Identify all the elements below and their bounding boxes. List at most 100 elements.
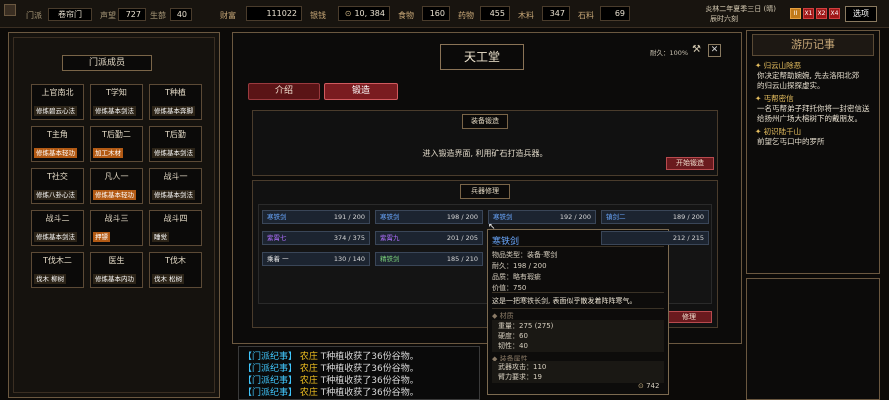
member-name: T后勤二 (102, 130, 131, 139)
coin-icon: ⊙ (344, 9, 352, 18)
journal-title: 游历记事 (752, 34, 874, 56)
log-line: 【门派纪事】 农庄 T种植收获了36份谷物。 (243, 363, 473, 375)
floor-value: 40 (170, 8, 192, 21)
menu-icon[interactable] (4, 4, 16, 16)
game-screen: { "topbar":{ "sect_label":"门派","sect_val… (0, 0, 889, 400)
member-task-tag: 修炼基本内功 (93, 274, 136, 284)
member-name: 战斗四 (163, 214, 188, 223)
tooltip-type: 物品类型：装备·寒剑 (492, 251, 558, 259)
repair-section-title: 兵器修理 (460, 184, 510, 199)
weapon-durability: 191 / 200 (333, 213, 365, 221)
tooltip-weight: 重量：275 (275) (498, 322, 554, 330)
member-card[interactable]: T社交 修炼八卦心法 (31, 168, 84, 204)
pause-button[interactable]: II (790, 8, 801, 19)
member-card[interactable]: 战斗四 睡觉 (149, 210, 202, 246)
log-category: 【门派纪事】 (243, 352, 298, 362)
tooltip-coin: ⊙ 742 (638, 382, 660, 390)
sect-value: 卷帘门 (48, 8, 92, 21)
member-task-tag: 修炼基本剑法 (152, 190, 195, 200)
member-card[interactable]: 战斗三 押镖 (90, 210, 143, 246)
close-icon: ✕ (710, 45, 719, 55)
fame-value: 727 (118, 8, 146, 21)
wealth-label: 财富 (220, 11, 236, 20)
member-task-tag: 修炼基本剑法 (152, 148, 195, 158)
weapon-row[interactable]: 寒铁剑 191 / 200 (262, 210, 370, 224)
tab-intro[interactable]: 介绍 (248, 83, 320, 100)
weapon-name: 紫霄七 (267, 234, 287, 242)
member-task-tag: 修炼基本轻功 (93, 190, 136, 200)
weapon-row[interactable]: 212 / 215 (601, 231, 709, 245)
weapon-row[interactable]: 寒铁剑 198 / 200 (375, 210, 483, 224)
member-task-tag: 修炼基本轻功 (34, 148, 77, 158)
star-icon: ✦ (755, 127, 764, 136)
weapon-row[interactable]: 镇剑二 189 / 200 (601, 210, 709, 224)
weapon-name: 乘着 一 (267, 255, 289, 263)
member-card[interactable]: T伐木 伐木 松树 (149, 252, 202, 288)
member-task-tag: 修炼碧云心法 (34, 106, 77, 116)
food-label: 食物 (398, 11, 414, 20)
weapon-row[interactable]: 乘着 一 130 / 140 (262, 252, 370, 266)
speed-x4-button[interactable]: X4 (829, 8, 840, 19)
repair-button[interactable]: 修理 (666, 311, 712, 323)
tooltip-hardness: 硬度：60 (498, 332, 528, 340)
member-card[interactable]: 医生 修炼基本内功 (90, 252, 143, 288)
member-card[interactable]: T后勤 修炼基本剑法 (149, 126, 202, 162)
hammer-icon: ⚒ (692, 44, 701, 55)
speed-x2-button[interactable]: X2 (816, 8, 827, 19)
weapon-row[interactable]: 寒铁剑 192 / 200 (488, 210, 596, 224)
member-card[interactable]: T后勤二 加工木材 (90, 126, 143, 162)
member-task-tag: 修炼基本剑法 (34, 232, 77, 242)
weapon-row[interactable]: 精铁剑 185 / 210 (375, 252, 483, 266)
journal-entry-text: 给扬州广场大榕树下的戴朋友。 (757, 114, 862, 123)
member-card[interactable]: 上官南北 修炼碧云心法 (31, 84, 84, 120)
weapon-name: 寒铁剑 (493, 213, 513, 221)
member-card[interactable]: T种植 修炼基本奔脚 (149, 84, 202, 120)
tab-forge[interactable]: 锻造 (324, 83, 398, 100)
log-line: 【门派纪事】 农庄 T种植收获了36份谷物。 (243, 375, 473, 387)
log-text: T种植收获了36份谷物。 (320, 364, 419, 374)
weapon-row[interactable]: 紫霄九 201 / 205 (375, 231, 483, 245)
weapon-durability: 201 / 205 (446, 234, 478, 242)
member-task-tag: 伐木 柳树 (34, 274, 67, 284)
weapon-durability: 212 / 215 (672, 234, 704, 242)
start-forge-button[interactable]: 开始锻造 (666, 157, 714, 170)
member-card[interactable]: 凡人一 修炼基本轻功 (90, 168, 143, 204)
speed-x1-button[interactable]: X1 (803, 8, 814, 19)
food-value: 160 (422, 6, 450, 21)
sect-label: 门派 (26, 11, 42, 20)
weapon-durability: 374 / 375 (333, 234, 365, 242)
journal-entry-text: 的归云山探探虚实。 (757, 81, 825, 90)
wealth-value: 111022 (246, 6, 302, 21)
forge-section-title: 装备锻造 (462, 114, 508, 129)
weapon-durability: 192 / 200 (559, 213, 591, 221)
tooltip-durability: 耐久：198 / 200 (492, 262, 547, 270)
member-card[interactable]: T主角修炼基本轻功 (31, 126, 84, 162)
journal-entry-text: 前望乞丐口中的罗所 (757, 137, 825, 146)
log-category: 【门派纪事】 (243, 364, 298, 374)
member-name: T伐木 (165, 256, 186, 265)
options-button[interactable]: 选项 (845, 6, 877, 22)
member-name: T主角 (47, 130, 68, 139)
member-task-tag: 修炼基本奔脚 (152, 106, 195, 116)
member-name: 战斗三 (104, 214, 129, 223)
member-name: T伐木二 (43, 256, 72, 265)
silver-label: 银钱 (310, 11, 326, 20)
member-card[interactable]: 战斗一 修炼基本剑法 (149, 168, 202, 204)
weapon-name: 寒铁剑 (380, 213, 400, 221)
date-line-2: 辰时六刻 (710, 15, 738, 23)
date-line-1: 炎林二年夏季三日 (晴) (705, 5, 776, 13)
weapon-durability: 130 / 140 (333, 255, 365, 263)
log-text: T种植收获了36份谷物。 (320, 352, 419, 362)
floor-label: 生蔀 (150, 11, 166, 20)
member-name: 凡人一 (104, 172, 129, 181)
close-button[interactable]: ✕ (708, 44, 721, 57)
diamond-icon: ◆ (492, 312, 500, 320)
tooltip-quality: 品质：略有瑕疵 (492, 273, 541, 281)
wood-value: 347 (542, 6, 570, 21)
weapon-row[interactable]: 紫霄七 374 / 375 (262, 231, 370, 245)
member-card[interactable]: 战斗二 修炼基本剑法 (31, 210, 84, 246)
member-card[interactable]: T学知 修炼基本剑法 (90, 84, 143, 120)
weapon-name: 紫霄九 (380, 234, 400, 242)
member-card[interactable]: T伐木二伐木 柳树 (31, 252, 84, 288)
log-location: 农庄 (299, 352, 318, 362)
